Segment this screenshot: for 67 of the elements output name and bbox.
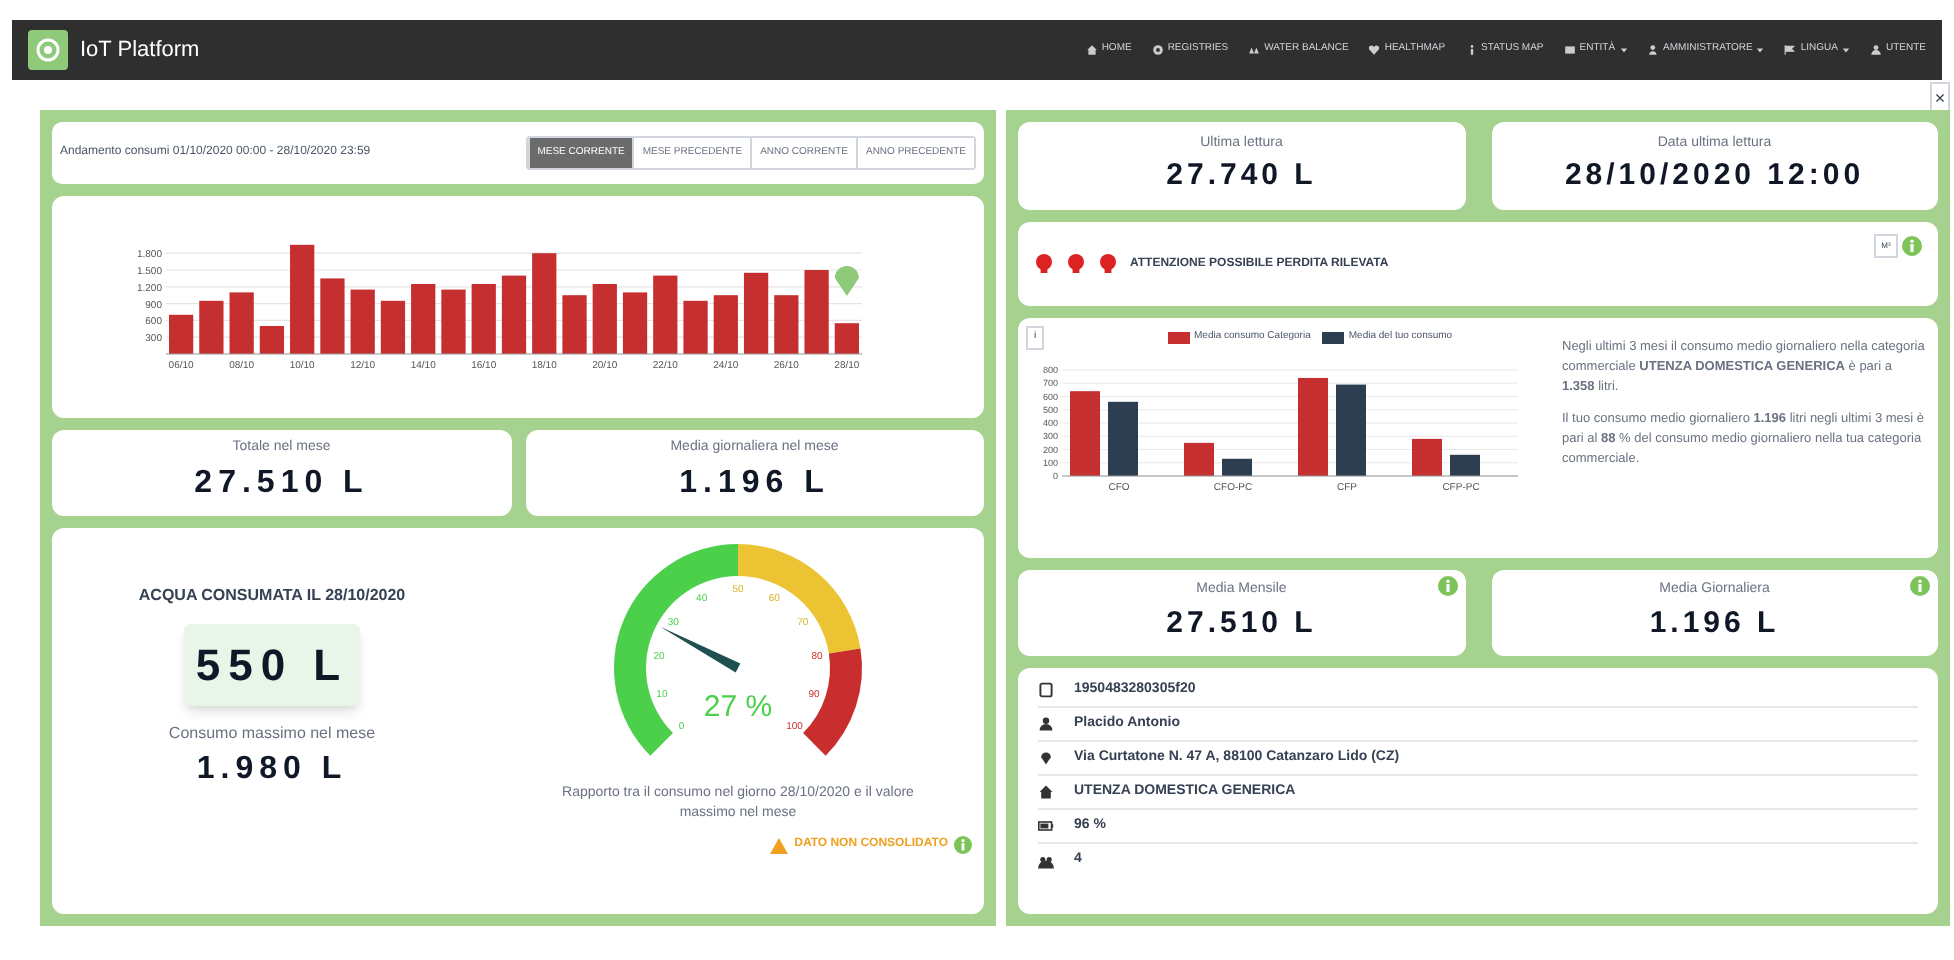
info-icon[interactable]	[1902, 236, 1922, 256]
bar	[1184, 442, 1214, 476]
bar	[1070, 391, 1100, 476]
battery-icon	[1038, 818, 1054, 834]
bar	[592, 283, 617, 353]
stat-value: 27.510 L	[194, 463, 369, 504]
bar	[622, 291, 648, 353]
bar	[259, 325, 285, 353]
bar	[1108, 401, 1138, 476]
home-icon	[1038, 784, 1054, 800]
lightbulb-icon	[1034, 250, 1054, 278]
gauge-reading: 27 %	[703, 690, 773, 724]
info-icon[interactable]	[1910, 576, 1930, 596]
lightbulb-icon	[1098, 250, 1118, 278]
bar	[1450, 454, 1480, 476]
bar	[683, 299, 708, 353]
bar	[1222, 458, 1252, 476]
home-icon	[1085, 44, 1098, 56]
user-icon	[1870, 44, 1882, 56]
tablet-icon	[1038, 682, 1054, 698]
stat-value: 27.740 L	[1166, 156, 1317, 196]
bar	[441, 288, 466, 353]
bar	[834, 322, 859, 353]
legend-swatch	[1322, 331, 1345, 344]
info-icon[interactable]	[1437, 576, 1457, 596]
bar	[229, 291, 254, 353]
user-icon	[1038, 716, 1054, 732]
bar	[774, 294, 799, 353]
stat-value: 1.196 L	[679, 463, 830, 504]
max-value: 1.980 L	[196, 750, 348, 790]
info-icon[interactable]	[954, 836, 972, 854]
bar	[743, 271, 769, 353]
warning-icon	[770, 837, 789, 853]
bar	[1336, 384, 1366, 476]
map-pin-icon	[1038, 750, 1054, 766]
gauge-needle	[660, 626, 741, 673]
bar	[199, 299, 224, 353]
gear-icon	[1151, 44, 1164, 56]
bar	[1298, 377, 1328, 476]
lightbulb-icon	[1066, 250, 1086, 278]
today-title: ACQUA CONSUMATA IL 28/10/2020	[138, 584, 406, 608]
bar	[653, 274, 678, 353]
bar	[713, 294, 738, 353]
bar	[380, 299, 406, 353]
marker-pin-icon	[834, 265, 859, 295]
flag-icon	[1784, 44, 1797, 56]
brand-title[interactable]: IoT Platform	[80, 33, 200, 67]
bar	[411, 283, 436, 353]
stat-value: 1.196 L	[1649, 603, 1780, 643]
today-value: 550 L	[183, 624, 361, 706]
bar	[471, 283, 496, 353]
bar	[501, 274, 527, 353]
bar	[290, 243, 315, 353]
stat-value: 27.510 L	[1166, 603, 1317, 643]
legend-swatch	[1168, 331, 1190, 344]
bar	[1412, 438, 1442, 476]
bar	[562, 294, 587, 353]
max-label: Consumo massimo nel mese	[168, 722, 376, 746]
heart-icon	[1368, 44, 1381, 56]
info-icon	[1465, 44, 1478, 56]
bar	[320, 277, 345, 353]
stat-value: 28/10/2020 12:00	[1564, 156, 1865, 196]
bar	[804, 269, 829, 353]
bar	[532, 252, 557, 353]
bar	[350, 288, 375, 353]
logo-icon	[28, 30, 68, 70]
bar	[169, 313, 194, 353]
